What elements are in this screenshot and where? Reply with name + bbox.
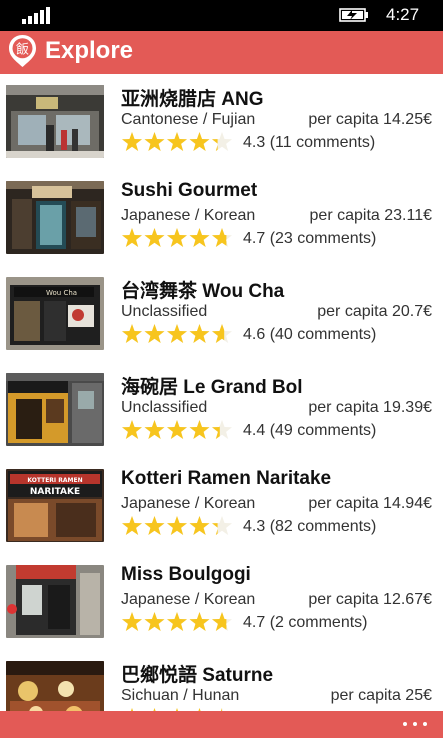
bottom-app-bar xyxy=(0,711,443,738)
restaurant-name: 巴鄉悦語 Saturne xyxy=(121,665,274,686)
restaurant-rating: 4.7 (23 comments) xyxy=(243,230,377,247)
battery-charging-icon xyxy=(339,8,368,22)
page-title: Explore xyxy=(45,37,134,64)
star-filled xyxy=(167,516,187,535)
restaurant-item[interactable]: Miss Boulgogi Japanese / Korean per capi… xyxy=(0,554,443,650)
star-filled xyxy=(122,228,142,247)
restaurant-name: 海碗居 Le Grand Bol xyxy=(121,377,303,398)
star-filled xyxy=(144,612,165,631)
star-filled xyxy=(189,516,210,535)
restaurant-price: per capita 20.7€ xyxy=(317,303,432,320)
restaurant-price: per capita 12.67€ xyxy=(308,591,432,608)
star-filled xyxy=(189,324,210,343)
status-bar: 4:27 xyxy=(0,0,443,31)
restaurant-name: 亚洲烧腊店 ANG xyxy=(121,89,264,110)
clock: 4:27 xyxy=(386,5,420,24)
restaurant-price: per capita 23.11€ xyxy=(309,207,432,224)
app-bar: 飯 Explore xyxy=(0,31,443,74)
ellipsis-icon[interactable] xyxy=(403,720,429,728)
sign-text: Wou Cha xyxy=(46,289,77,297)
svg-text:KOTTERI RAMEN: KOTTERI RAMEN xyxy=(27,477,82,484)
restaurant-cuisine: Cantonese / Fujian xyxy=(121,111,256,128)
restaurant-photo xyxy=(6,565,104,638)
restaurant-cuisine: Sichuan / Hunan xyxy=(121,687,240,704)
restaurant-item[interactable]: 巴鄉悦語 Saturne Sichuan / Hunan per capita … xyxy=(0,650,443,711)
signal-strength-icon xyxy=(22,6,50,24)
star-filled xyxy=(167,324,187,343)
restaurant-rating: 4.6 (40 comments) xyxy=(243,326,377,343)
svg-text:NARITAKE: NARITAKE xyxy=(30,487,80,497)
star-filled xyxy=(189,228,210,247)
restaurant-item[interactable]: 亚洲烧腊店 ANG Cantonese / Fujian per capita … xyxy=(0,74,443,170)
star-filled xyxy=(122,516,142,535)
restaurant-price: per capita 14.94€ xyxy=(308,495,432,512)
rating-stars-icon xyxy=(122,132,232,151)
restaurant-photo: Wou Cha xyxy=(6,277,104,350)
star-filled xyxy=(122,324,142,343)
restaurant-item[interactable]: Wou Cha 台湾舞茶 Wou Cha Unclassified per ca… xyxy=(0,266,443,362)
restaurant-cuisine: Japanese / Korean xyxy=(121,207,256,224)
star-filled xyxy=(144,324,165,343)
restaurant-item[interactable]: Sushi Gourmet Japanese / Korean per capi… xyxy=(0,170,443,266)
rating-stars-icon xyxy=(122,420,232,439)
restaurant-cuisine: Unclassified xyxy=(121,399,208,416)
star-filled xyxy=(189,420,210,439)
rating-stars-icon xyxy=(122,516,232,535)
restaurant-name: Kotteri Ramen Naritake xyxy=(121,468,332,489)
star-filled xyxy=(144,228,165,247)
app-logo-icon: 飯 xyxy=(9,35,36,67)
restaurant-item[interactable]: KOTTERI RAMEN NARITAKE Kotteri Ramen Nar… xyxy=(0,458,443,554)
logo-glyph: 飯 xyxy=(16,43,29,58)
star-filled xyxy=(189,612,210,631)
restaurant-rating: 4.3 (11 comments) xyxy=(243,134,376,151)
restaurant-photo xyxy=(6,181,104,254)
restaurant-photo xyxy=(6,373,104,446)
restaurant-cuisine: Japanese / Korean xyxy=(121,591,256,608)
rating-stars-icon xyxy=(122,324,232,343)
restaurant-price: per capita 19.39€ xyxy=(308,399,432,416)
star-filled xyxy=(144,132,165,151)
restaurant-name: Sushi Gourmet xyxy=(121,180,258,201)
restaurant-name: 台湾舞茶 Wou Cha xyxy=(121,281,285,302)
restaurant-rating: 4.7 (2 comments) xyxy=(243,614,368,631)
restaurant-cuisine: Unclassified xyxy=(121,303,208,320)
star-filled xyxy=(167,420,187,439)
star-filled xyxy=(167,132,187,151)
star-filled xyxy=(167,612,187,631)
restaurant-price: per capita 14.25€ xyxy=(308,111,432,128)
restaurant-item[interactable]: 海碗居 Le Grand Bol Unclassified per capita… xyxy=(0,362,443,458)
restaurant-photo xyxy=(6,661,104,711)
star-filled xyxy=(144,420,165,439)
star-filled xyxy=(122,420,142,439)
rating-stars-icon xyxy=(122,612,232,631)
star-filled xyxy=(189,132,210,151)
star-filled xyxy=(167,228,187,247)
star-filled xyxy=(122,612,142,631)
rating-stars-icon xyxy=(122,228,232,247)
restaurant-rating: 4.3 (82 comments) xyxy=(243,518,377,535)
restaurant-cuisine: Japanese / Korean xyxy=(121,495,256,512)
restaurant-price: per capita 25€ xyxy=(330,687,432,704)
restaurant-rating: 4.4 (49 comments) xyxy=(243,422,377,439)
restaurant-photo xyxy=(6,85,104,158)
star-filled xyxy=(122,132,142,151)
restaurant-list[interactable]: 亚洲烧腊店 ANG Cantonese / Fujian per capita … xyxy=(0,74,443,711)
star-filled xyxy=(144,516,165,535)
restaurant-photo: KOTTERI RAMEN NARITAKE xyxy=(6,469,104,542)
restaurant-name: Miss Boulgogi xyxy=(121,564,251,585)
